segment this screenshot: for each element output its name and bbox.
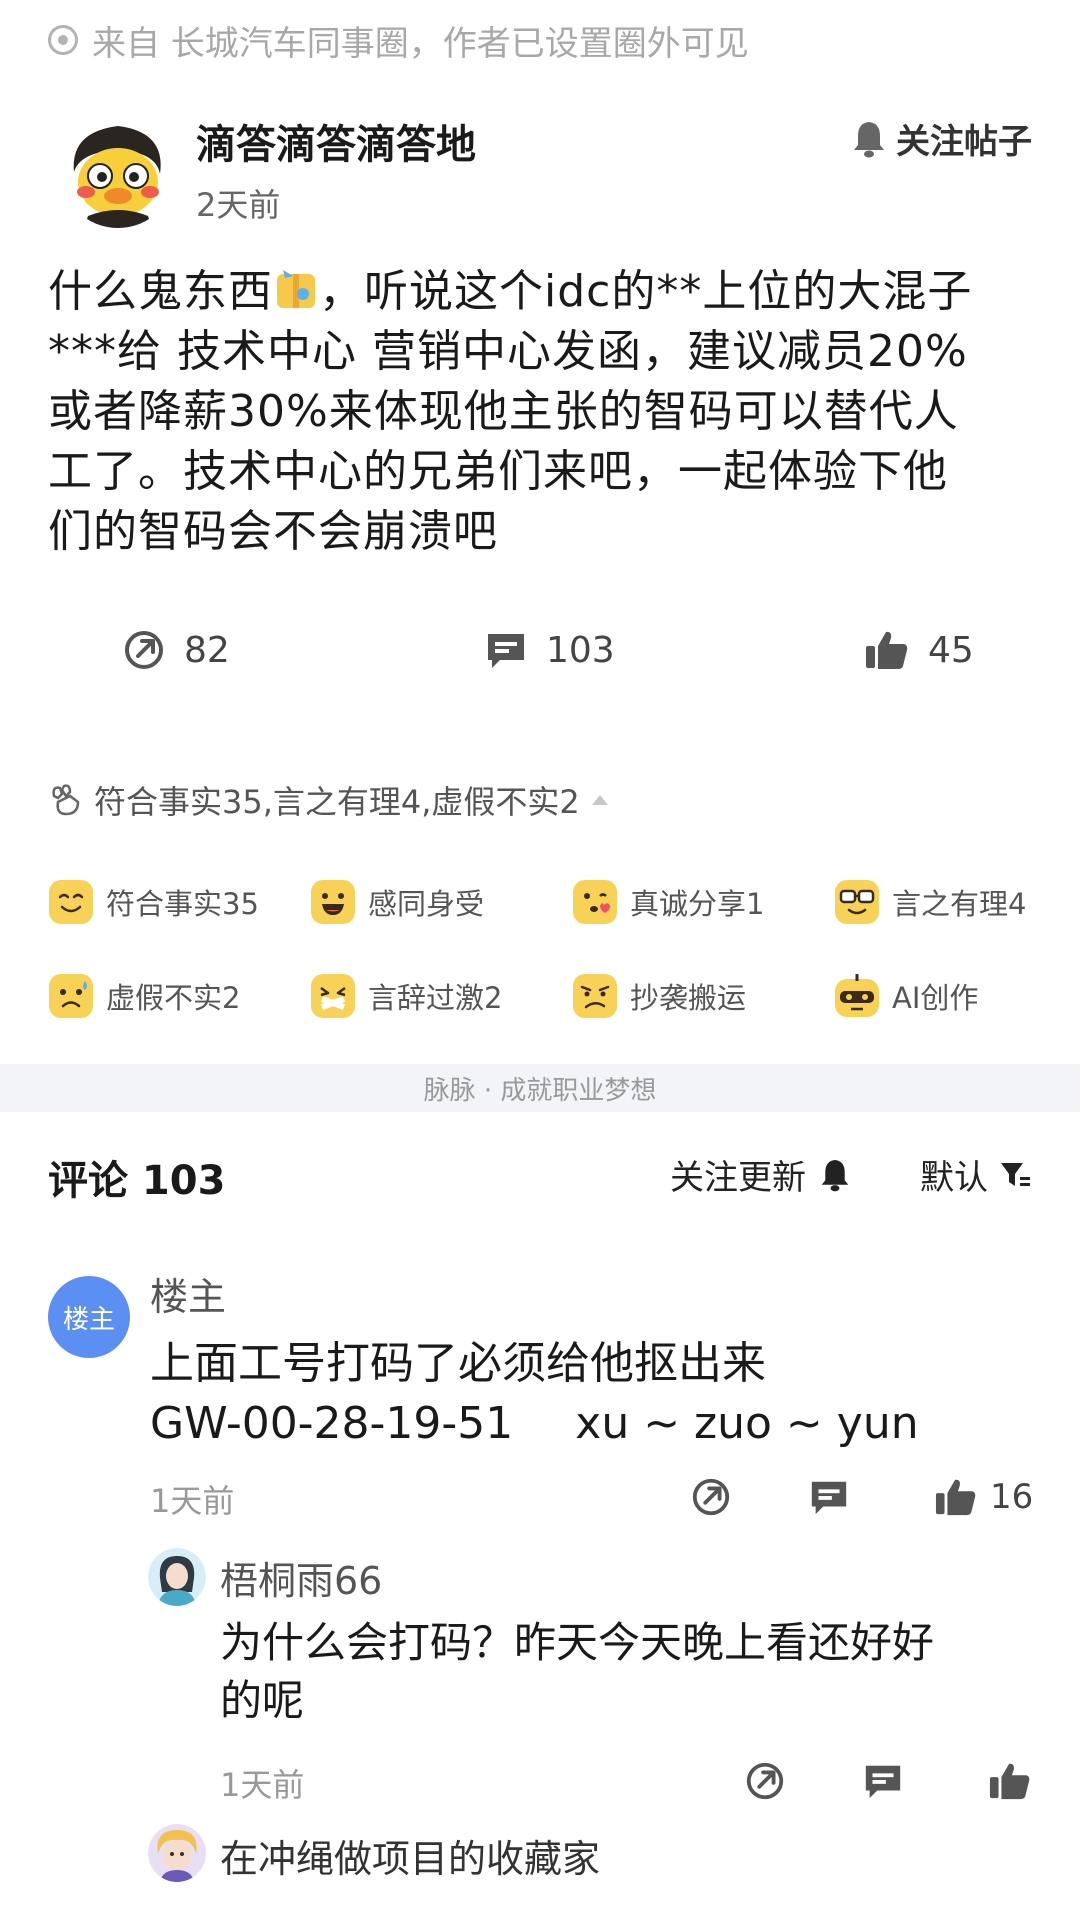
follow-updates-label: 关注更新 <box>670 1158 806 1198</box>
post-body-line1a: 什么鬼东西 <box>48 266 273 317</box>
reaction-label: 感同身受 <box>368 887 485 921</box>
reaction-false[interactable]: 虚假不实2 <box>48 968 240 1024</box>
source-note-text: 来自 长城汽车同事圈，作者已设置圈外可见 <box>92 23 749 64</box>
thumbs-up-icon <box>866 631 908 669</box>
post-body: 什么鬼东西 ，听说这个idc的**上位的大混子 ***给 技术中心 营销中心发函，… <box>48 262 1028 562</box>
gift-emoji-icon <box>273 266 319 312</box>
thumbs-up-icon <box>989 1763 1030 1800</box>
reply-avatar[interactable] <box>148 1548 206 1606</box>
reply-reply-button[interactable] <box>862 1756 916 1806</box>
thumbs-up-icon <box>935 1479 976 1516</box>
reaction-label: 言辞过激2 <box>368 981 503 1015</box>
author-name[interactable]: 滴答滴答滴答地 <box>196 112 476 170</box>
reply2-author[interactable]: 在冲绳做项目的收藏家 <box>220 1828 600 1883</box>
footer-slogan: 脉脉 · 成就职业梦想 <box>423 1075 657 1106</box>
follow-post-button[interactable]: 关注帖子 <box>852 114 1032 163</box>
comment-time: 1天前 <box>150 1482 235 1520</box>
reply2-avatar[interactable] <box>148 1824 206 1882</box>
share-icon <box>125 631 163 669</box>
comment-text-id: GW-00-28-19-51 <box>150 1398 514 1449</box>
caret-up-icon <box>591 795 608 805</box>
comments-title: 评论 103 <box>48 1158 226 1204</box>
frown-face-icon <box>573 974 617 1018</box>
muted-face-icon <box>311 974 355 1018</box>
comment-like-count: 16 <box>990 1477 1034 1517</box>
reply-share-button[interactable] <box>744 1756 798 1806</box>
comment-text-line1: 上面工号打码了必须给他抠出来 <box>150 1338 766 1389</box>
comment-icon <box>865 1765 901 1799</box>
sort-label: 默认 <box>920 1158 988 1198</box>
bell-icon <box>821 1159 849 1191</box>
post-body-line2: ***给 技术中心 营销中心发函，建议减员20% <box>48 326 968 377</box>
kiss-face-icon <box>573 880 617 924</box>
share-count: 82 <box>184 629 230 671</box>
bell-icon <box>854 121 884 157</box>
comment-text-name: xu ~ zuo ~ yun <box>575 1398 919 1449</box>
comment-icon <box>811 1481 847 1515</box>
post-body-line5: 们的智码会不会崩溃吧 <box>48 506 498 557</box>
follow-post-label: 关注帖子 <box>896 122 1032 162</box>
comment-count: 103 <box>546 629 615 671</box>
comment-share-button[interactable] <box>690 1472 744 1522</box>
reaction-plagiarism[interactable]: 抄袭搬运 <box>572 968 746 1024</box>
source-note: 来自 长城汽车同事圈，作者已设置圈外可见 <box>48 16 749 64</box>
reaction-label: 虚假不实2 <box>106 981 241 1015</box>
like-button[interactable]: 45 <box>864 622 974 678</box>
robot-face-icon <box>835 974 879 1017</box>
comment-like-button[interactable]: 16 <box>934 1472 1033 1522</box>
judgement-summary[interactable]: 符合事实35,言之有理4,虚假不实2 <box>48 776 608 824</box>
comment-text-line2: GW-00-28-19-51 xu ~ zuo ~ yun <box>150 1394 919 1454</box>
post-body-line1b: ，听说这个idc的**上位的大混子 <box>319 266 973 317</box>
follow-updates-button[interactable]: 关注更新 <box>670 1150 850 1199</box>
reaction-sincere[interactable]: 真诚分享1 <box>572 874 764 930</box>
comment-button[interactable]: 103 <box>484 622 615 678</box>
post-time: 2天前 <box>196 186 281 224</box>
reply-text-line1: 为什么会打码？昨天今天晚上看还好好 <box>220 1618 935 1667</box>
share-icon <box>692 1478 730 1516</box>
reaction-empathy[interactable]: 感同身受 <box>310 874 484 930</box>
comment-icon <box>488 634 524 668</box>
like-count: 45 <box>928 629 974 671</box>
reaction-label: 符合事实35 <box>106 887 259 921</box>
op-badge-avatar[interactable]: 楼主 <box>48 1276 130 1358</box>
glasses-face-icon <box>835 880 879 924</box>
post-body-line4: 工了。技术中心的兄弟们来吧，一起体验下他 <box>48 446 948 497</box>
judgement-summary-text: 符合事实35,言之有理4,虚假不实2 <box>94 783 580 821</box>
sort-dropdown[interactable]: 默认 <box>920 1150 1032 1199</box>
post-body-line3: 或者降薪30%来体现他主张的智码可以替代人 <box>48 386 959 437</box>
reaction-summary-icon <box>52 784 80 816</box>
comment-reply-button[interactable] <box>808 1472 862 1522</box>
author-avatar[interactable] <box>60 112 176 228</box>
reaction-label: 言之有理4 <box>892 887 1027 921</box>
reply-text-line2: 的呢 <box>220 1676 305 1725</box>
reaction-extreme[interactable]: 言辞过激2 <box>310 968 502 1024</box>
reaction-label: 真诚分享1 <box>630 887 765 921</box>
grin-face-icon <box>311 880 355 924</box>
footer-slogan-band: 脉脉 · 成就职业梦想 <box>0 1064 1080 1112</box>
reply-like-button[interactable] <box>988 1756 1044 1806</box>
reaction-fact[interactable]: 符合事实35 <box>48 874 259 930</box>
sweat-face-icon <box>49 974 93 1018</box>
circle-dot-icon <box>48 25 78 55</box>
comment-author[interactable]: 楼主 <box>150 1266 226 1321</box>
reaction-label: 抄袭搬运 <box>630 981 747 1015</box>
reaction-ai[interactable]: AI创作 <box>834 968 978 1024</box>
op-badge-text: 楼主 <box>62 1304 115 1335</box>
reaction-label: AI创作 <box>892 981 979 1015</box>
share-icon <box>746 1762 784 1800</box>
share-button[interactable]: 82 <box>122 622 230 678</box>
smile-face-icon <box>49 880 93 924</box>
reaction-reasonable[interactable]: 言之有理4 <box>834 874 1026 930</box>
reply-time: 1天前 <box>220 1766 305 1804</box>
filter-sort-icon <box>1001 1162 1030 1186</box>
reply-author[interactable]: 梧桐雨66 <box>220 1550 382 1605</box>
